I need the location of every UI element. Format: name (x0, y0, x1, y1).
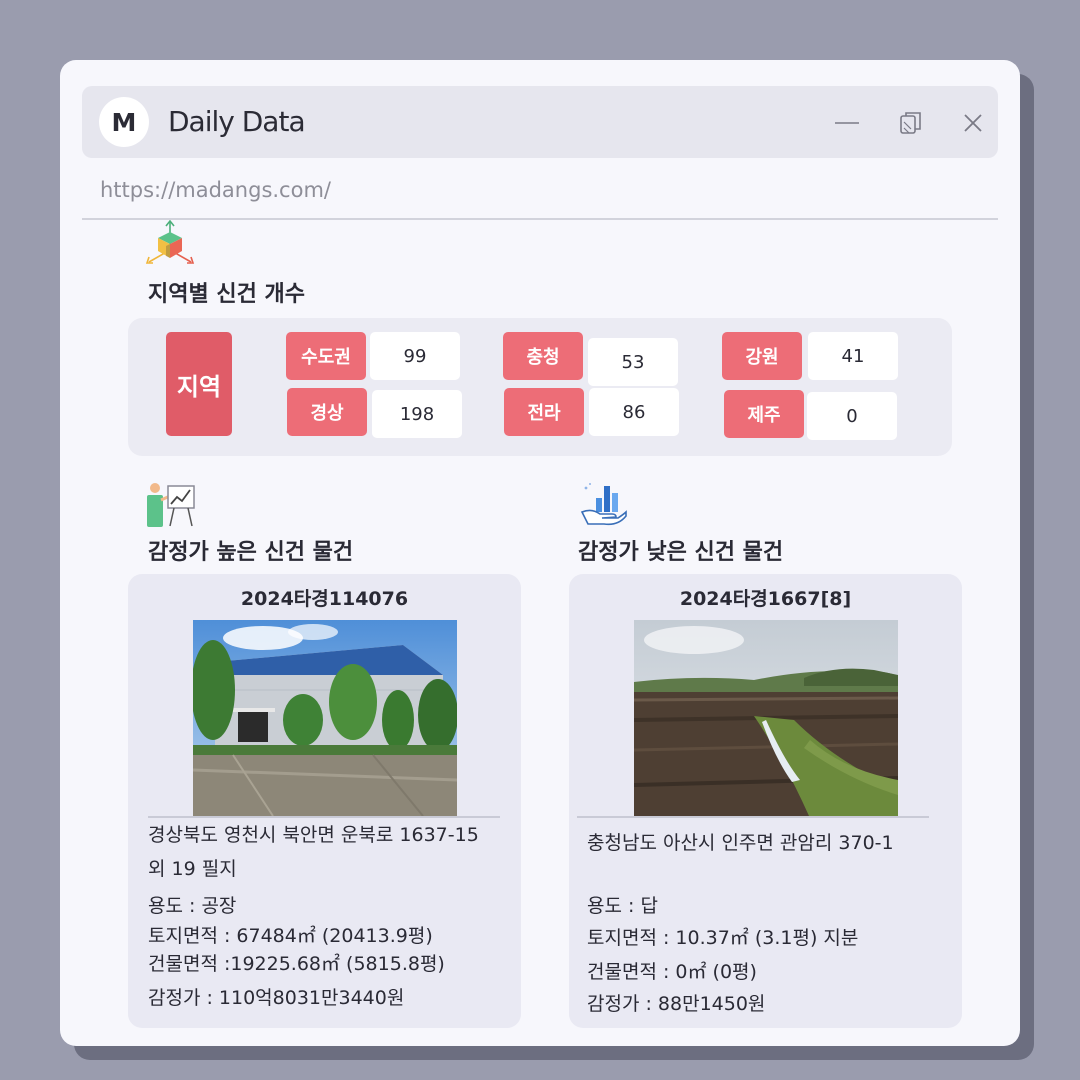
title-bar[interactable]: M Daily Data (82, 86, 998, 158)
region-section-title: 지역별 신건 개수 (148, 282, 305, 307)
low-property-photo[interactable] (634, 620, 898, 816)
low-building-area: 건물면적 : 0㎡ (0평) (587, 961, 757, 983)
header-divider (82, 218, 998, 220)
region-count-gangwon: 41 (808, 332, 898, 380)
app-logo: M (99, 97, 149, 147)
url-text[interactable]: https://madangs.com/ (100, 178, 331, 202)
low-usage: 용도 : 답 (587, 895, 658, 917)
region-tag-jeolla: 전라 (504, 388, 584, 436)
region-main-label: 지역 (166, 332, 232, 436)
cube-axes-icon (145, 220, 195, 264)
high-building-area: 건물면적 :19225.68㎡ (5815.8평) (148, 953, 445, 975)
high-address: 경상북도 영천시 북안면 운북로 1637-15 외 19 필지 (148, 824, 479, 880)
minimize-icon[interactable] (832, 108, 862, 138)
high-usage: 용도 : 공장 (148, 895, 237, 917)
low-address: 충청남도 아산시 인주면 관암리 370-1 (587, 832, 894, 854)
region-tag-jeju: 제주 (724, 390, 804, 438)
region-count-sudogwon: 99 (370, 332, 460, 380)
low-appraisal: 감정가 : 88만1450원 (587, 993, 766, 1015)
region-panel: 지역 수도권 99 경상 198 충청 53 전라 86 강원 41 제주 0 (128, 318, 952, 456)
region-tag-sudogwon: 수도권 (286, 332, 366, 380)
low-property-card[interactable]: 2024타경1667[8] 충청남도 아산시 인주면 관암리 370-1 용도 (569, 574, 962, 1028)
low-section-title: 감정가 낮은 신건 물건 (578, 540, 784, 565)
high-property-photo[interactable] (193, 620, 457, 816)
app-window: M Daily Data https://madangs.com/ 지역별 신건… (60, 60, 1020, 1046)
low-photo-underline (577, 816, 929, 818)
low-land-area: 토지면적 : 10.37㎡ (3.1평) 지분 (587, 927, 859, 949)
hand-chart-icon (580, 483, 627, 526)
region-count-jeju: 0 (807, 392, 897, 440)
close-icon[interactable] (958, 108, 988, 138)
restore-icon[interactable] (896, 108, 926, 138)
high-case-number[interactable]: 2024타경114076 (128, 584, 521, 611)
region-tag-gangwon: 강원 (722, 332, 802, 380)
app-title: Daily Data (168, 105, 306, 138)
region-tag-gyeongsang: 경상 (287, 388, 367, 436)
region-count-chungcheong: 53 (588, 338, 678, 386)
high-appraisal: 감정가 : 110억8031만3440원 (148, 987, 405, 1009)
region-tag-chungcheong: 충청 (503, 332, 583, 380)
high-property-card[interactable]: 2024타경114076 경상북도 영천시 북안면 운북로 1637-15 외 … (128, 574, 521, 1028)
region-count-jeolla: 86 (589, 388, 679, 436)
high-section-title: 감정가 높은 신건 물건 (148, 540, 354, 565)
low-case-number[interactable]: 2024타경1667[8] (569, 584, 962, 611)
region-count-gyeongsang: 198 (372, 390, 462, 438)
presenter-chart-icon (147, 483, 195, 527)
